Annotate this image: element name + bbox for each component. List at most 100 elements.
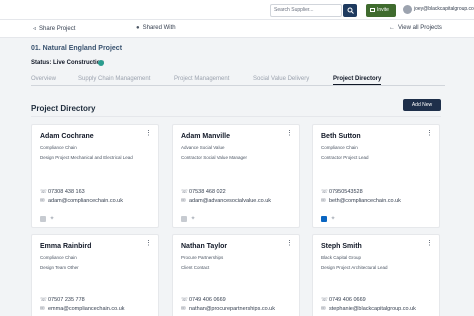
contact-organisation: Compliance Chain [40,255,77,260]
status-indicator [98,60,104,66]
phone-value: 07538 468 022 [189,189,226,195]
contact-email[interactable]: ✉ stephanie@blackcapitalgroup.co.uk [321,306,416,312]
add-new-button[interactable]: Add New [403,99,441,111]
tab-supply-chain-management[interactable]: Supply Chain Management [78,76,150,82]
kebab-menu-icon[interactable]: ⋮ [286,130,293,137]
share-project-label: Share Project [39,26,76,32]
contact-phone[interactable]: ☏0749 406 0669 [321,297,366,303]
contact-role: Design Project Architectural Lead [321,265,388,270]
contact-email[interactable]: ✉ beth@compliancechain.co.uk [321,198,401,204]
mail-icon: ✉ [321,306,326,312]
linkedin-icon[interactable] [181,215,187,222]
share-project-button[interactable]: ◃ Share Project [33,25,75,32]
contact-card[interactable]: Emma Rainbird ⋮ Compliance Chain Design … [31,234,159,316]
kebab-menu-icon[interactable]: ⋮ [426,240,433,247]
email-value: beth@compliancechain.co.uk [329,198,401,204]
shared-with-button[interactable]: ● Shared With [136,25,176,31]
contact-card[interactable]: Adam Manville ⋮ Advance Social Value Con… [172,124,300,228]
twitter-icon[interactable]: ✦ [190,216,196,222]
view-all-projects-label: View all Projects [398,25,442,31]
divider [31,116,441,117]
phone-value: 0749 406 0669 [329,297,366,303]
social-links: ✦ [181,210,199,228]
contact-phone[interactable]: ☏07308 438 163 [40,189,85,195]
mail-icon: ✉ [40,198,45,204]
email-value: stephanie@blackcapitalgroup.co.uk [329,306,416,312]
contact-name: Beth Sutton [321,133,361,140]
phone-value: 07507 235 778 [48,297,85,303]
contact-card[interactable]: Nathan Taylor ⋮ Procure Partnerships Cli… [172,234,300,316]
contact-phone[interactable]: ☏0749 406 0669 [181,297,226,303]
contact-card[interactable]: Beth Sutton ⋮ Compliance Chain Contracto… [312,124,440,228]
contact-name: Emma Rainbird [40,243,92,250]
phone-icon: ☏ [40,189,47,195]
contact-organisation: Procure Partnerships [181,255,224,260]
contact-email[interactable]: ✉ nathan@procurepartnerships.co.uk [181,306,275,312]
contact-organisation: Compliance Chain [40,145,77,150]
supplier-search-input[interactable]: Search Supplier... [270,4,342,17]
invite-button[interactable]: Invite [366,4,396,17]
contact-organisation: Compliance Chain [321,145,358,150]
phone-value: 07308 438 163 [48,189,85,195]
kebab-menu-icon[interactable]: ⋮ [286,240,293,247]
mail-icon [370,8,375,12]
share-icon: ◃ [33,26,37,32]
twitter-icon[interactable]: ✦ [330,216,336,222]
linkedin-icon[interactable] [40,215,46,222]
top-bar: Search Supplier... Invite joey@blackcapi… [0,0,474,20]
tab-overview[interactable]: Overview [31,76,56,82]
linkedin-icon[interactable] [321,215,327,222]
email-value: adam@advancesocialvalue.co.uk [189,198,272,204]
contact-phone[interactable]: ☏07950543528 [321,189,363,195]
tab-project-directory[interactable]: Project Directory [333,76,382,85]
arrow-left-icon: ← [389,25,395,31]
mail-icon: ✉ [181,198,186,204]
email-value: nathan@procurepartnerships.co.uk [189,306,275,312]
search-button[interactable] [343,4,357,17]
contact-name: Adam Manville [181,133,231,140]
contact-card[interactable]: Steph Smith ⋮ Black Capital Group Design… [312,234,440,316]
tab-project-management[interactable]: Project Management [174,76,229,82]
mail-icon: ✉ [321,198,326,204]
kebab-menu-icon[interactable]: ⋮ [145,130,152,137]
user-email[interactable]: joey@blackcapitalgroup.co [414,5,474,14]
phone-value: 07950543528 [329,189,363,195]
contact-role: Contractor Social Value Manager [181,155,247,160]
social-links: ✦ [321,210,339,228]
email-value: emma@compliancechain.co.uk [48,306,125,312]
contact-card[interactable]: Adam Cochrane ⋮ Compliance Chain Design … [31,124,159,228]
contact-phone[interactable]: ☏07538 468 022 [181,189,226,195]
kebab-menu-icon[interactable]: ⋮ [426,130,433,137]
twitter-icon[interactable]: ✦ [49,216,55,222]
contact-phone[interactable]: ☏07507 235 778 [40,297,85,303]
contact-role: Design Project Mechanical and Electrical… [40,155,133,160]
view-all-projects-link[interactable]: ← View all Projects [389,25,442,31]
phone-icon: ☏ [321,297,328,303]
users-icon: ● [136,25,140,31]
project-title: 01. Natural England Project [31,45,123,52]
email-value: adam@compliancechain.co.uk [48,198,123,204]
contact-email[interactable]: ✉ emma@compliancechain.co.uk [40,306,125,312]
contact-name: Nathan Taylor [181,243,228,250]
phone-icon: ☏ [321,189,328,195]
tab-social-value-delivery[interactable]: Social Value Delivery [253,76,309,82]
kebab-menu-icon[interactable]: ⋮ [145,240,152,247]
avatar[interactable] [403,5,412,14]
mail-icon: ✉ [181,306,186,312]
contact-name: Adam Cochrane [40,133,94,140]
directory-title: Project Directory [31,104,96,113]
contact-organisation: Advance Social Value [181,145,225,150]
contact-organisation: Black Capital Group [321,255,362,260]
phone-value: 0749 406 0669 [189,297,226,303]
phone-icon: ☏ [40,297,47,303]
contact-email[interactable]: ✉ adam@advancesocialvalue.co.uk [181,198,271,204]
contact-email[interactable]: ✉ adam@compliancechain.co.uk [40,198,123,204]
phone-icon: ☏ [181,189,188,195]
project-tabs: Overview Supply Chain Management Project… [31,74,445,86]
contact-role: Design Team Other [40,265,79,270]
contact-role: Client Contact [181,265,210,270]
search-icon [347,7,354,14]
contact-name: Steph Smith [321,243,362,250]
shared-with-label: Shared With [142,25,176,31]
phone-icon: ☏ [181,297,188,303]
